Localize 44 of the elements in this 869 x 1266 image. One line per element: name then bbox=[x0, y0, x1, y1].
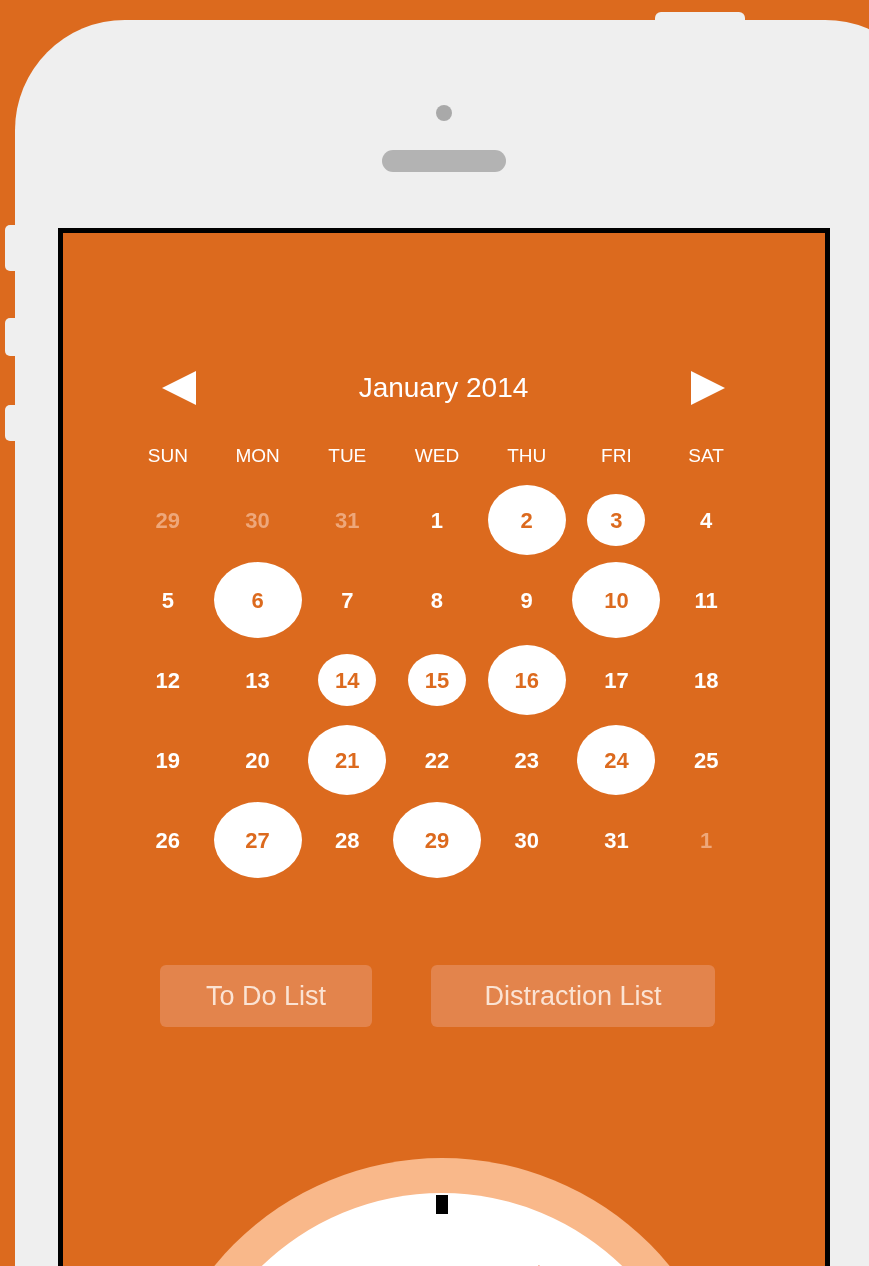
calendar-day[interactable]: 8 bbox=[430, 583, 444, 617]
calendar-day[interactable]: 28 bbox=[335, 823, 360, 857]
calendar-day[interactable]: 17 bbox=[604, 663, 629, 697]
calendar-day[interactable]: 15 bbox=[408, 654, 466, 706]
calendar-day[interactable]: 7 bbox=[341, 583, 354, 617]
month-title: January 2014 bbox=[358, 371, 529, 405]
calendar-day[interactable]: 23 bbox=[514, 743, 539, 777]
calendar-day[interactable]: 11 bbox=[694, 583, 718, 617]
calendar-day[interactable]: 1 bbox=[430, 503, 444, 537]
weekday-label: FRI bbox=[601, 443, 632, 468]
calendar-day[interactable]: 22 bbox=[424, 743, 450, 777]
calendar-day[interactable]: 3 bbox=[587, 494, 646, 546]
calendar-day[interactable]: 19 bbox=[155, 743, 181, 777]
calendar-day[interactable]: 12 bbox=[155, 663, 181, 697]
calendar-day[interactable]: 4 bbox=[700, 503, 713, 537]
weekday-label: SAT bbox=[688, 443, 724, 468]
weekday-label: WED bbox=[414, 443, 460, 468]
calendar-day[interactable]: 10 bbox=[572, 562, 661, 638]
calendar-day[interactable]: 30 bbox=[514, 823, 539, 857]
calendar-day[interactable]: 9 bbox=[520, 583, 533, 617]
calendar-day[interactable]: 29 bbox=[393, 802, 481, 878]
calendar-day[interactable]: 18 bbox=[693, 663, 719, 697]
calendar-day[interactable]: 14 bbox=[318, 654, 377, 706]
calendar-day[interactable]: 26 bbox=[155, 823, 181, 857]
calendar-day[interactable]: 27 bbox=[213, 802, 302, 878]
camera-icon bbox=[436, 105, 452, 121]
previous-month-icon[interactable] bbox=[162, 371, 196, 405]
calendar-day[interactable]: 16 bbox=[487, 645, 566, 715]
weekday-label: THU bbox=[507, 443, 547, 468]
calendar-day[interactable]: 25 bbox=[693, 743, 719, 777]
weekday-label: MON bbox=[235, 443, 280, 468]
weekday-label: TUE bbox=[328, 443, 367, 468]
calendar-day[interactable]: 13 bbox=[245, 663, 270, 697]
calendar-day[interactable]: 2 bbox=[487, 485, 566, 555]
list-button[interactable]: Distraction List bbox=[431, 965, 715, 1027]
calendar-day[interactable]: 5 bbox=[161, 583, 174, 617]
calendar-day[interactable]: 20 bbox=[245, 743, 270, 777]
weekday-label: SUN bbox=[147, 443, 188, 468]
calendar-day[interactable]: 6 bbox=[213, 562, 302, 638]
list-button[interactable]: To Do List bbox=[160, 965, 372, 1027]
calendar-day[interactable]: 31 bbox=[604, 823, 629, 857]
calendar-day[interactable]: 24 bbox=[577, 725, 656, 795]
next-month-icon[interactable] bbox=[691, 371, 725, 405]
calendar-day[interactable]: 21 bbox=[308, 725, 387, 795]
